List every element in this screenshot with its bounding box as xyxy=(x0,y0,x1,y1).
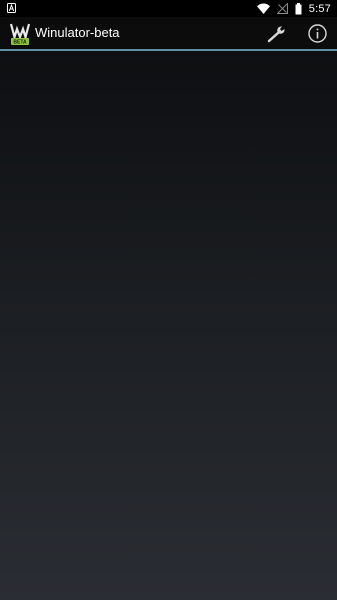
no-signal-icon xyxy=(276,3,288,14)
svg-text:BETA: BETA xyxy=(13,40,27,46)
app-screen: 5:57 BETA Winulator-beta xyxy=(0,0,337,600)
wifi-icon xyxy=(256,3,270,14)
action-bar: BETA Winulator-beta xyxy=(0,17,337,49)
status-time: 5:57 xyxy=(308,2,331,15)
info-icon[interactable] xyxy=(307,23,328,44)
main-content-area xyxy=(0,51,337,600)
winulator-logo-icon: BETA xyxy=(10,23,30,45)
status-bar: 5:57 xyxy=(0,0,337,17)
status-icons: 5:57 xyxy=(256,1,331,16)
battery-icon xyxy=(295,2,302,14)
app-title: Winulator-beta xyxy=(35,25,120,40)
notification-a-icon xyxy=(7,3,16,13)
wrench-icon[interactable] xyxy=(266,23,288,45)
